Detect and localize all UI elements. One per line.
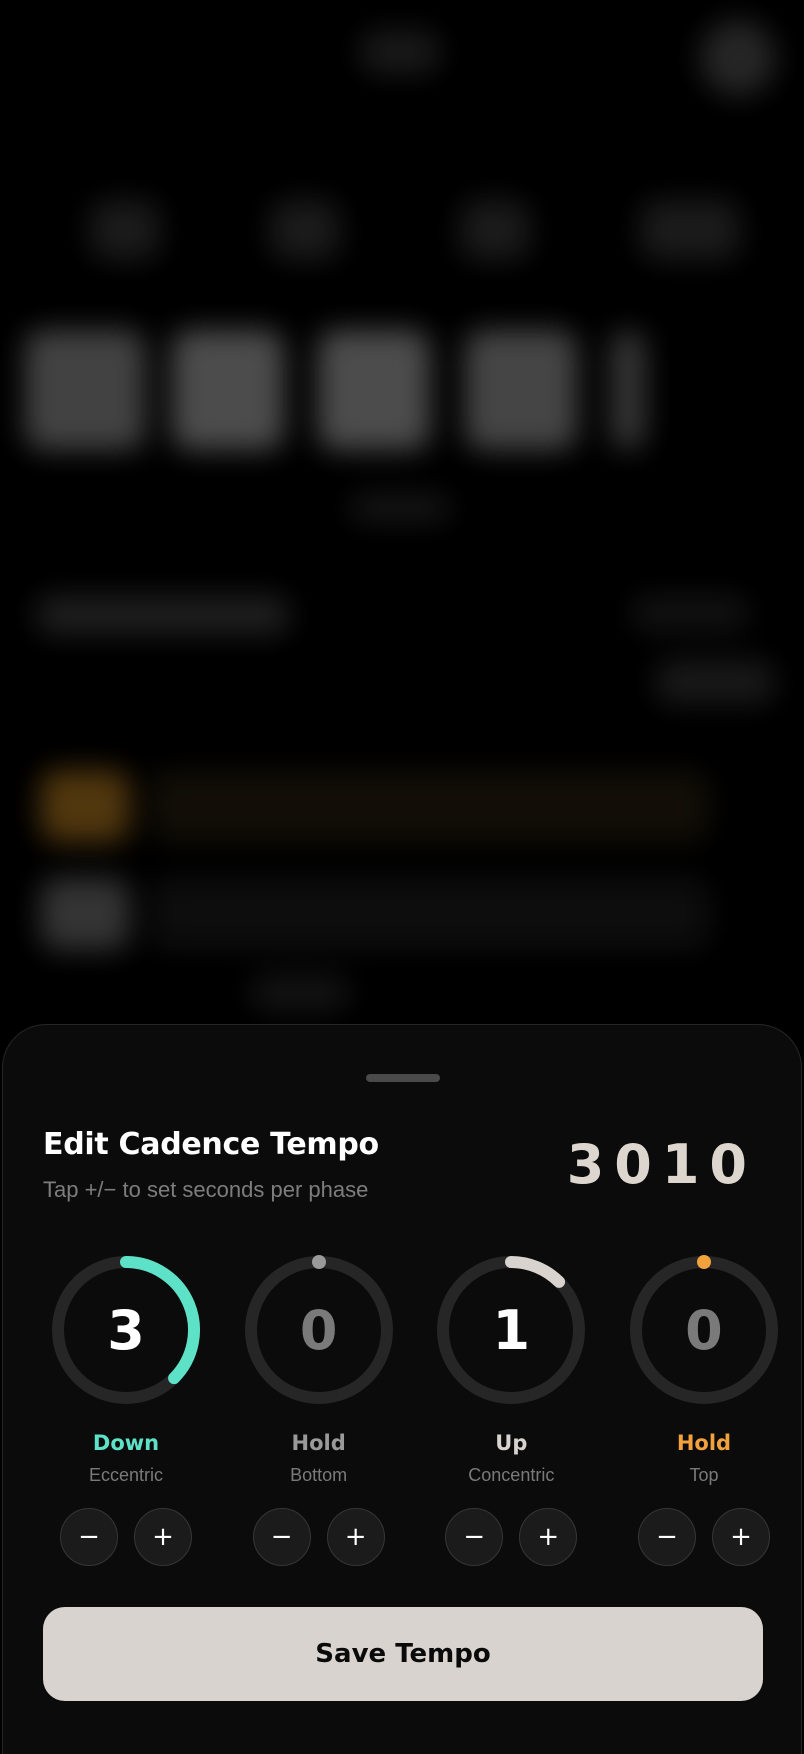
tempo-code-display: 3010 bbox=[566, 1133, 757, 1196]
phase-value: 0 bbox=[685, 1298, 723, 1362]
decrement-button[interactable]: − bbox=[445, 1508, 504, 1566]
tempo-phases: 3 Down Eccentric − + 0 Hold Bottom − + 1… bbox=[43, 1247, 787, 1566]
phase-subtitle: Bottom bbox=[290, 1465, 348, 1485]
phase-up-concentric: 1 Up Concentric − + bbox=[428, 1247, 594, 1566]
blurred-background-app bbox=[0, 0, 804, 1030]
phase-hold-top: 0 Hold Top − + bbox=[621, 1247, 787, 1566]
phase-subtitle: Eccentric bbox=[88, 1465, 164, 1485]
increment-button[interactable]: + bbox=[134, 1508, 192, 1566]
phase-down-eccentric: 3 Down Eccentric − + bbox=[43, 1247, 209, 1566]
phase-stepper: − + bbox=[252, 1508, 385, 1566]
phase-name: Hold bbox=[676, 1431, 732, 1455]
sheet-subtitle: Tap +/− to set seconds per phase bbox=[43, 1177, 369, 1202]
decrement-button[interactable]: − bbox=[637, 1508, 696, 1566]
sheet-drag-handle[interactable] bbox=[366, 1074, 440, 1082]
decrement-button[interactable]: − bbox=[60, 1508, 118, 1566]
phase-value: 1 bbox=[492, 1298, 531, 1362]
increment-button[interactable]: + bbox=[326, 1508, 385, 1566]
increment-button[interactable]: + bbox=[519, 1508, 578, 1566]
phase-dial: 3 bbox=[43, 1247, 209, 1413]
phase-stepper: − + bbox=[60, 1508, 192, 1566]
phase-value: 0 bbox=[299, 1298, 338, 1362]
phase-stepper: − + bbox=[445, 1508, 578, 1566]
phase-name: Down bbox=[92, 1431, 160, 1455]
phase-value: 3 bbox=[107, 1298, 145, 1362]
phase-dial: 0 bbox=[621, 1247, 787, 1413]
phase-hold-bottom: 0 Hold Bottom − + bbox=[236, 1247, 402, 1566]
phase-dial: 1 bbox=[428, 1247, 594, 1413]
phase-stepper: − + bbox=[637, 1508, 770, 1566]
save-tempo-button[interactable]: Save Tempo bbox=[43, 1607, 763, 1701]
sheet-title: Edit Cadence Tempo bbox=[43, 1127, 379, 1162]
phase-name: Up bbox=[495, 1431, 528, 1455]
phase-name: Hold bbox=[291, 1431, 346, 1455]
phase-subtitle: Top bbox=[689, 1465, 719, 1485]
edit-tempo-sheet: Edit Cadence Tempo Tap +/− to set second… bbox=[2, 1024, 802, 1754]
decrement-button[interactable]: − bbox=[252, 1508, 311, 1566]
phase-subtitle: Concentric bbox=[468, 1465, 555, 1485]
increment-button[interactable]: + bbox=[711, 1508, 770, 1566]
phase-dial: 0 bbox=[236, 1247, 402, 1413]
